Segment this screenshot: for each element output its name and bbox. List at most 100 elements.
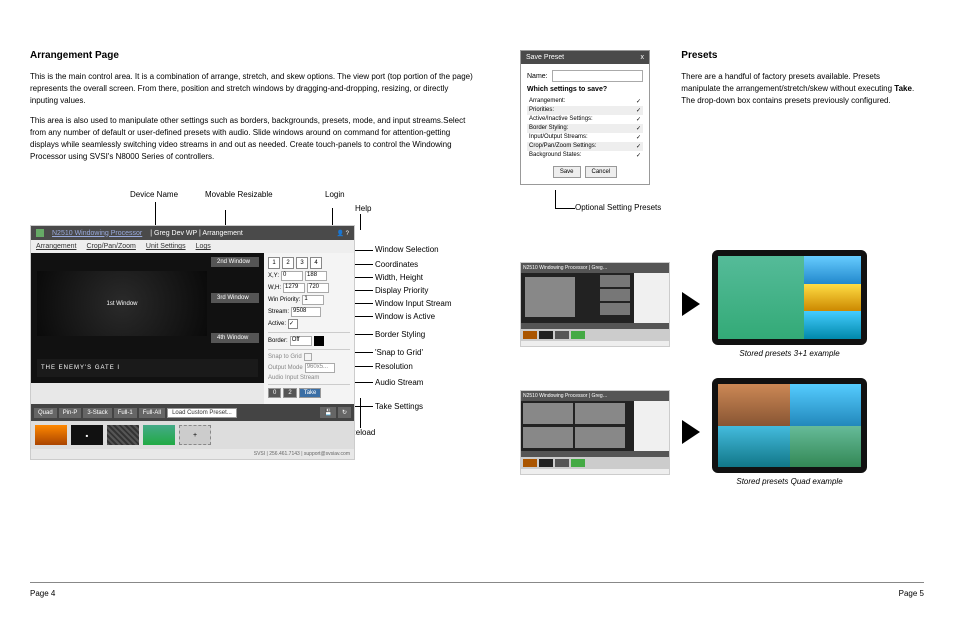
- tab-unit-settings[interactable]: Unit Settings: [146, 243, 186, 250]
- check-io[interactable]: ✓: [636, 134, 641, 141]
- example-display-1: [712, 250, 867, 345]
- callout-window-active: Window is Active: [375, 312, 435, 321]
- preset-toolbar: Quad Pin-P 3-Stack Full-1 Full-All Load …: [31, 404, 354, 421]
- win-select-3[interactable]: 3: [296, 257, 308, 269]
- label-name: Name:: [527, 73, 548, 80]
- select-output-mode[interactable]: 960x5...: [305, 363, 335, 373]
- button-take[interactable]: Take: [299, 388, 322, 398]
- dialog-question: Which settings to save?: [527, 86, 643, 93]
- input-preset-name[interactable]: [552, 70, 643, 82]
- check-crop[interactable]: ✓: [636, 143, 641, 150]
- label-wh: W,H:: [268, 285, 281, 291]
- preset-pinp[interactable]: Pin-P: [59, 408, 82, 418]
- select-border[interactable]: Off: [290, 336, 312, 346]
- presets-para: There are a handful of factory presets a…: [681, 71, 920, 107]
- check-arrangement[interactable]: ✓: [636, 98, 641, 105]
- label-xy: X,Y:: [268, 273, 279, 279]
- preset-fullall[interactable]: Full-All: [139, 408, 165, 418]
- check-active[interactable]: ✓: [636, 116, 641, 123]
- label-audio-input: Audio Input Stream: [268, 375, 319, 381]
- win-select-4[interactable]: 4: [310, 257, 322, 269]
- page-number-left: Page 4: [30, 589, 55, 598]
- row-io-streams: Input/Output Streams:: [529, 134, 588, 141]
- checkbox-active[interactable]: ✓: [288, 319, 298, 329]
- button-aud-2[interactable]: 2: [283, 388, 296, 398]
- example-mini-2: N2510 Windowing Processor | Greg…: [520, 390, 670, 475]
- close-icon[interactable]: x: [641, 54, 645, 61]
- app-footer: SVSI | 256.461.7143 | support@svsiav.com: [31, 449, 354, 459]
- viewport[interactable]: 2nd Window 1st Window 3rd Window 4th Win…: [31, 253, 264, 383]
- titlebar-text: | Greg Dev WP | Arrangement: [150, 230, 243, 237]
- label-border: Border:: [268, 338, 288, 344]
- preset-full1[interactable]: Full-1: [114, 408, 137, 418]
- bg-thumb-2[interactable]: ■: [71, 425, 103, 445]
- example-mini-1: N2510 Windowing Processor | Greg…: [520, 262, 670, 347]
- callout-window-input-stream: Window Input Stream: [375, 299, 451, 308]
- button-aud-0[interactable]: 0: [268, 388, 281, 398]
- input-h[interactable]: 720: [307, 283, 329, 293]
- presets-take: Take: [894, 84, 912, 93]
- preset-3stack[interactable]: 3-Stack: [83, 408, 111, 418]
- bg-thumb-add[interactable]: +: [179, 425, 211, 445]
- callout-border-styling: Border Styling: [375, 330, 425, 339]
- border-color-swatch[interactable]: [314, 336, 324, 346]
- page-number-right: Page 5: [899, 589, 924, 598]
- row-crop: Crop/Pan/Zoom Settings:: [529, 143, 596, 150]
- cancel-button[interactable]: Cancel: [585, 166, 618, 178]
- row-bg-states: Background States:: [529, 152, 581, 159]
- input-w[interactable]: 1279: [283, 283, 305, 293]
- callout-help: Help: [355, 204, 371, 213]
- bg-thumb-1[interactable]: [35, 425, 67, 445]
- window-4[interactable]: 4th Window: [211, 333, 259, 343]
- example-display-2: [712, 378, 867, 473]
- example-caption-1: Stored presets 3+1 example: [712, 349, 867, 358]
- example-row-2: N2510 Windowing Processor | Greg…: [520, 378, 925, 486]
- check-bg[interactable]: ✓: [636, 152, 641, 159]
- save-preset-button[interactable]: 💾: [320, 407, 335, 418]
- example-row-1: N2510 Windowing Processor | Greg…: [520, 250, 925, 358]
- heading-presets: Presets: [681, 50, 920, 61]
- side-panel: 1 2 3 4 X,Y:0188 W,H:1279720 Win Priorit…: [264, 253, 354, 404]
- logo-icon: [36, 229, 44, 237]
- input-x[interactable]: 0: [281, 271, 303, 281]
- reload-button[interactable]: ↻: [338, 407, 351, 418]
- para-1: This is the main control area. It is a c…: [30, 71, 475, 107]
- callout-window-selection: Window Selection: [375, 245, 439, 254]
- bg-thumb-4[interactable]: [143, 425, 175, 445]
- callout-wh: Width, Height: [375, 273, 423, 282]
- win-select-2[interactable]: 2: [282, 257, 294, 269]
- input-stream[interactable]: 9508: [291, 307, 321, 317]
- tab-crop[interactable]: Crop/Pan/Zoom: [86, 243, 135, 250]
- input-priority[interactable]: 1: [302, 295, 324, 305]
- presets-p1: There are a handful of factory presets a…: [681, 72, 894, 93]
- para-2: This area is also used to manipulate oth…: [30, 115, 475, 163]
- settings-list: Arrangement:✓ Priorities:✓ Active/Inacti…: [527, 97, 643, 160]
- label-snap: Snap to Grid: [268, 354, 302, 360]
- callout-login: Login: [325, 190, 345, 199]
- save-button[interactable]: Save: [553, 166, 581, 178]
- dialog-title: Save Preset: [526, 54, 564, 61]
- row-priorities: Priorities:: [529, 107, 554, 114]
- tab-arrangement[interactable]: Arrangement: [36, 243, 76, 250]
- input-y[interactable]: 188: [305, 271, 327, 281]
- checkbox-snap[interactable]: [304, 353, 312, 361]
- tab-logs[interactable]: Logs: [196, 243, 211, 250]
- bg-thumb-3[interactable]: [107, 425, 139, 445]
- titlebar-link[interactable]: N2510 Windowing Processor: [52, 230, 142, 237]
- window-1[interactable]: 1st Window: [37, 271, 207, 336]
- label-priority: Win Priority:: [268, 297, 300, 303]
- load-custom-dropdown[interactable]: Load Custom Preset...: [167, 408, 237, 418]
- callout-optional-presets: Optional Setting Presets: [575, 203, 661, 212]
- callout-coords: Coordinates: [375, 260, 418, 269]
- label-output: Output Mode: [268, 365, 303, 371]
- preset-quad[interactable]: Quad: [34, 408, 57, 418]
- callout-audio-stream: Audio Stream: [375, 378, 423, 387]
- check-border[interactable]: ✓: [636, 125, 641, 132]
- window-3[interactable]: 3rd Window: [211, 293, 259, 303]
- footer-rule: [30, 582, 924, 583]
- window-2[interactable]: 2nd Window: [211, 257, 259, 267]
- win-select-1[interactable]: 1: [268, 257, 280, 269]
- save-preset-dialog: Save Preset x Name: Which settings to sav…: [520, 50, 650, 185]
- callout-movable: Movable Resizable: [205, 190, 273, 199]
- check-priorities[interactable]: ✓: [636, 107, 641, 114]
